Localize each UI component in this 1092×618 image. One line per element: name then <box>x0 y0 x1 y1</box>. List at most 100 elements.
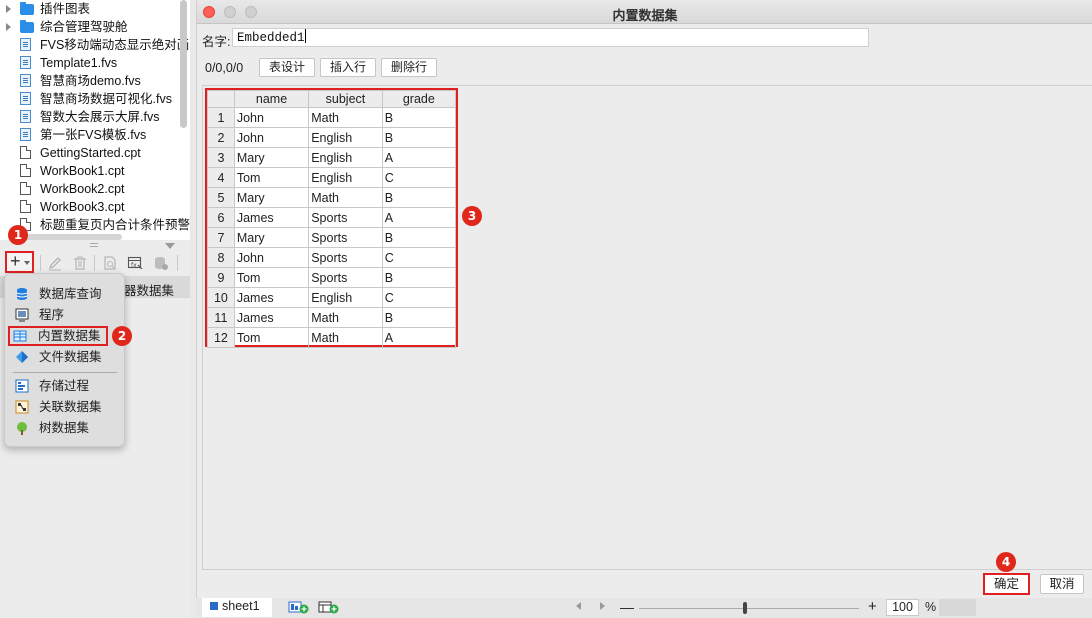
table-cell[interactable]: English <box>308 167 383 188</box>
table-area: name subject grade 1 John Math B 2 John English B… <box>202 85 1092 570</box>
table-cell[interactable]: B <box>381 267 457 288</box>
menu-item-database-query[interactable]: 数据库查询 <box>11 284 119 304</box>
row-number[interactable]: 11 <box>207 307 235 328</box>
table-cell[interactable]: James <box>233 307 310 328</box>
cancel-button[interactable]: 取消 <box>1040 574 1084 594</box>
embedded-dataset-dialog: 内置数据集 名字: Embedded1 0/0,0/0 表设计 插入行 删除行 … <box>196 0 1092 598</box>
menu-item-stored-procedure[interactable]: 存储过程 <box>11 376 119 396</box>
zoom-out-button[interactable]: — <box>620 599 634 615</box>
menu-item-file-dataset[interactable]: 文件数据集 <box>11 347 119 367</box>
panel-splitter[interactable] <box>0 241 190 249</box>
expand-arrow-icon[interactable] <box>6 5 11 13</box>
sheet-tab[interactable]: sheet1 <box>202 598 272 617</box>
table-design-button[interactable]: 表设计 <box>259 58 315 77</box>
table-cell[interactable]: Math <box>308 107 383 128</box>
table-cell[interactable]: B <box>381 307 457 328</box>
table-cell[interactable]: Sports <box>308 207 383 228</box>
table-cell[interactable]: C <box>381 247 457 268</box>
row-number[interactable]: 2 <box>207 127 235 148</box>
table-cell[interactable]: John <box>233 247 310 268</box>
row-number[interactable]: 4 <box>207 167 235 188</box>
column-header[interactable]: subject <box>308 90 383 108</box>
ok-button[interactable]: 确定 <box>983 573 1030 595</box>
tree-item-label: 第一张FVS模板.fvs <box>40 128 147 142</box>
table-cell[interactable]: James <box>233 287 310 308</box>
column-header[interactable]: name <box>233 90 310 108</box>
row-number[interactable]: 7 <box>207 227 235 248</box>
add-dashboard-sheet-icon[interactable] <box>318 601 340 614</box>
table-cell[interactable]: English <box>308 147 383 168</box>
tree-horizontal-scrollbar[interactable] <box>12 234 122 240</box>
dialog-title: 内置数据集 <box>612 8 678 23</box>
table-cell[interactable]: B <box>381 187 457 208</box>
add-report-sheet-icon[interactable] <box>288 601 310 614</box>
table-cell[interactable]: C <box>381 287 457 308</box>
row-number[interactable]: 9 <box>207 267 235 288</box>
table-cell[interactable]: Math <box>308 187 383 208</box>
table-cell[interactable]: Mary <box>233 227 310 248</box>
menu-item-program[interactable]: 程序 <box>11 305 119 325</box>
scroll-right-icon[interactable] <box>600 602 605 610</box>
zoom-percent-label: % <box>925 600 937 614</box>
tree-dataset-icon <box>17 422 27 435</box>
table-cell[interactable]: Mary <box>233 147 310 168</box>
database-query-icon <box>16 288 28 300</box>
name-label: 名字: <box>202 35 231 49</box>
row-number[interactable]: 6 <box>207 207 235 228</box>
table-row: 12 Tom Math A <box>207 327 457 348</box>
table-cell[interactable]: A <box>381 327 457 348</box>
table-cell[interactable]: English <box>308 127 383 148</box>
table-cell[interactable]: John <box>233 127 310 148</box>
server-dataset-icon[interactable] <box>153 255 169 271</box>
fvs-file-icon <box>20 38 31 51</box>
insert-row-button[interactable]: 插入行 <box>320 58 376 77</box>
add-dataset-button[interactable]: + <box>5 251 34 273</box>
table-cell[interactable]: B <box>381 107 457 128</box>
row-number[interactable]: 12 <box>207 327 235 348</box>
menu-item-label: 程序 <box>39 308 65 322</box>
row-number[interactable]: 8 <box>207 247 235 268</box>
scroll-left-icon[interactable] <box>576 602 581 610</box>
table-cell[interactable]: John <box>233 107 310 128</box>
row-number[interactable]: 5 <box>207 187 235 208</box>
expand-arrow-icon[interactable] <box>6 23 11 31</box>
table-cell[interactable]: C <box>381 167 457 188</box>
tree-vertical-scrollbar[interactable] <box>180 0 187 128</box>
row-number[interactable]: 1 <box>207 107 235 128</box>
delete-icon[interactable] <box>72 255 88 271</box>
table-cell[interactable]: Tom <box>233 327 310 348</box>
column-header[interactable]: grade <box>381 90 457 108</box>
zoom-value-input[interactable]: 100 <box>886 599 919 616</box>
dataset-name-input[interactable]: Embedded1 <box>232 28 869 47</box>
preview-icon[interactable] <box>102 255 118 271</box>
table-cell[interactable]: Mary <box>233 187 310 208</box>
table-cell[interactable]: Tom <box>233 167 310 188</box>
table-cell[interactable]: B <box>381 127 457 148</box>
zoom-slider-thumb[interactable] <box>743 602 747 614</box>
table-cell[interactable]: Sports <box>308 267 383 288</box>
row-number[interactable]: 10 <box>207 287 235 308</box>
table-cell[interactable]: Math <box>308 307 383 328</box>
zoom-in-button[interactable]: + <box>868 598 877 615</box>
table-cell[interactable]: A <box>381 147 457 168</box>
table-cell[interactable]: Sports <box>308 247 383 268</box>
marker-3: 3 <box>462 206 482 226</box>
table-cell[interactable]: James <box>233 207 310 228</box>
row-number[interactable]: 3 <box>207 147 235 168</box>
table-cell[interactable]: English <box>308 287 383 308</box>
menu-item-related-dataset[interactable]: 关联数据集 <box>11 397 119 417</box>
delete-row-button[interactable]: 删除行 <box>381 58 437 77</box>
table-cell[interactable]: Tom <box>233 267 310 288</box>
zoom-slider-track[interactable] <box>639 608 859 609</box>
table-cell[interactable]: Math <box>308 327 383 348</box>
corner-cell[interactable] <box>207 90 235 108</box>
menu-item-embedded-dataset[interactable]: 内置数据集 <box>8 326 108 346</box>
dataset-params-icon[interactable]: fx <box>127 255 143 271</box>
menu-item-tree-dataset[interactable]: 树数据集 <box>11 418 119 438</box>
table-row: 10 James English C <box>207 287 457 308</box>
fvs-file-icon <box>20 56 31 69</box>
edit-icon[interactable] <box>47 255 63 271</box>
table-cell[interactable]: B <box>381 227 457 248</box>
table-cell[interactable]: Sports <box>308 227 383 248</box>
table-cell[interactable]: A <box>381 207 457 228</box>
